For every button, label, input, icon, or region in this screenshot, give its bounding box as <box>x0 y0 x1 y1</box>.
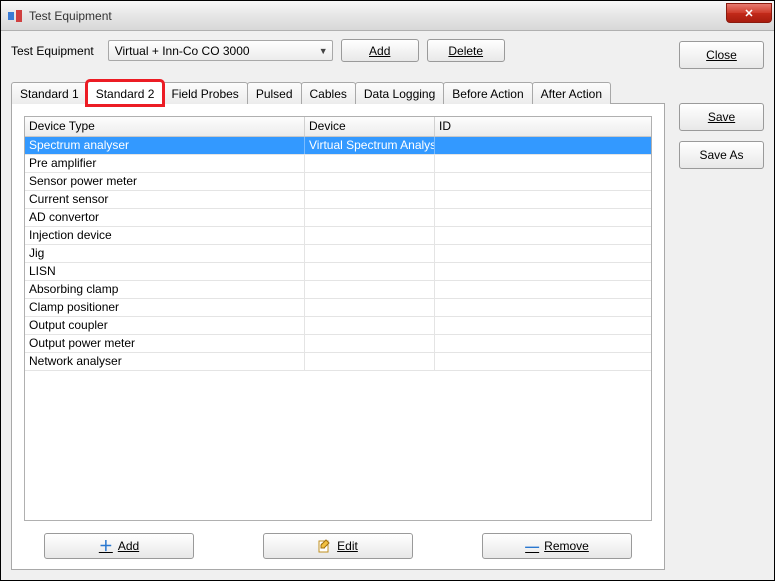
cell-device <box>305 227 435 244</box>
client-area: Test Equipment Virtual + Inn-Co CO 3000 … <box>1 31 774 580</box>
equipment-picker-row: Test Equipment Virtual + Inn-Co CO 3000 … <box>11 39 665 62</box>
table-row[interactable]: Network analyser <box>25 353 651 371</box>
table-row[interactable]: AD convertor <box>25 209 651 227</box>
cell-type: Output coupler <box>25 317 305 334</box>
cell-id <box>435 191 651 208</box>
cell-device <box>305 245 435 262</box>
col-id[interactable]: ID <box>435 117 651 136</box>
tab-field-probes[interactable]: Field Probes <box>162 82 247 104</box>
table-row[interactable]: Current sensor <box>25 191 651 209</box>
cell-id <box>435 155 651 172</box>
table-row[interactable]: Clamp positioner <box>25 299 651 317</box>
close-icon: ✕ <box>744 7 753 20</box>
cell-type: Injection device <box>25 227 305 244</box>
table-row[interactable]: Pre amplifier <box>25 155 651 173</box>
cell-id <box>435 263 651 280</box>
tab-pulsed[interactable]: Pulsed <box>247 82 302 104</box>
side-column: Close Save Save As <box>679 39 764 570</box>
cell-id <box>435 137 651 154</box>
cell-device <box>305 281 435 298</box>
cell-id <box>435 353 651 370</box>
tab-standard-1[interactable]: Standard 1 <box>11 82 88 104</box>
cell-type: Output power meter <box>25 335 305 352</box>
table-row[interactable]: Sensor power meter <box>25 173 651 191</box>
cell-type: Pre amplifier <box>25 155 305 172</box>
save-as-button[interactable]: Save As <box>679 141 764 169</box>
cell-type: AD convertor <box>25 209 305 226</box>
main-column: Test Equipment Virtual + Inn-Co CO 3000 … <box>11 39 665 570</box>
plus-icon: ＋ <box>99 539 113 553</box>
grid-buttons: ＋ Add Edit — Remove <box>24 533 652 559</box>
cell-id <box>435 227 651 244</box>
grid-add-button[interactable]: ＋ Add <box>44 533 194 559</box>
spacer <box>679 79 764 93</box>
table-row[interactable]: Output power meter <box>25 335 651 353</box>
app-icon <box>7 8 23 24</box>
minus-icon: — <box>525 541 539 551</box>
close-button[interactable]: Close <box>679 41 764 69</box>
cell-id <box>435 335 651 352</box>
table-row[interactable]: Output coupler <box>25 317 651 335</box>
cell-id <box>435 209 651 226</box>
cell-device <box>305 335 435 352</box>
col-device-type[interactable]: Device Type <box>25 117 305 136</box>
tab-after-action[interactable]: After Action <box>532 82 611 104</box>
grid-header: Device Type Device ID <box>25 117 651 137</box>
tab-cables[interactable]: Cables <box>301 82 356 104</box>
cell-device <box>305 209 435 226</box>
table-row[interactable]: Absorbing clamp <box>25 281 651 299</box>
cell-device: Virtual Spectrum Analyser <box>305 137 435 154</box>
delete-equipment-button[interactable]: Delete <box>427 39 505 62</box>
cell-device <box>305 173 435 190</box>
cell-type: LISN <box>25 263 305 280</box>
combo-value: Virtual + Inn-Co CO 3000 <box>115 44 250 58</box>
cell-type: Spectrum analyser <box>25 137 305 154</box>
cell-type: Jig <box>25 245 305 262</box>
equipment-label: Test Equipment <box>11 44 94 58</box>
cell-type: Clamp positioner <box>25 299 305 316</box>
cell-id <box>435 281 651 298</box>
cell-type: Sensor power meter <box>25 173 305 190</box>
cell-type: Current sensor <box>25 191 305 208</box>
edit-icon <box>318 539 332 553</box>
col-device[interactable]: Device <box>305 117 435 136</box>
window-title: Test Equipment <box>29 9 112 23</box>
cell-device <box>305 353 435 370</box>
grid-edit-button[interactable]: Edit <box>263 533 413 559</box>
chevron-down-icon: ▼ <box>319 46 328 56</box>
device-grid[interactable]: Device Type Device ID Spectrum analyserV… <box>24 116 652 521</box>
grid-remove-button[interactable]: — Remove <box>482 533 632 559</box>
save-button[interactable]: Save <box>679 103 764 131</box>
tab-panel: Device Type Device ID Spectrum analyserV… <box>11 103 665 570</box>
cell-device <box>305 191 435 208</box>
tab-standard-2[interactable]: Standard 2 <box>87 81 164 105</box>
cell-id <box>435 173 651 190</box>
grid-body: Spectrum analyserVirtual Spectrum Analys… <box>25 137 651 520</box>
cell-device <box>305 299 435 316</box>
add-equipment-button[interactable]: Add <box>341 39 419 62</box>
cell-id <box>435 299 651 316</box>
window-close-button[interactable]: ✕ <box>726 3 772 23</box>
cell-device <box>305 155 435 172</box>
table-row[interactable]: Jig <box>25 245 651 263</box>
cell-id <box>435 317 651 334</box>
cell-type: Network analyser <box>25 353 305 370</box>
cell-device <box>305 317 435 334</box>
cell-id <box>435 245 651 262</box>
titlebar: Test Equipment ✕ <box>1 1 774 31</box>
tab-before-action[interactable]: Before Action <box>443 82 532 104</box>
tabstrip: Standard 1Standard 2Field ProbesPulsedCa… <box>11 80 665 104</box>
tab-data-logging[interactable]: Data Logging <box>355 82 444 104</box>
table-row[interactable]: Spectrum analyserVirtual Spectrum Analys… <box>25 137 651 155</box>
cell-device <box>305 263 435 280</box>
cell-type: Absorbing clamp <box>25 281 305 298</box>
table-row[interactable]: LISN <box>25 263 651 281</box>
equipment-combo[interactable]: Virtual + Inn-Co CO 3000 ▼ <box>108 40 333 61</box>
table-row[interactable]: Injection device <box>25 227 651 245</box>
